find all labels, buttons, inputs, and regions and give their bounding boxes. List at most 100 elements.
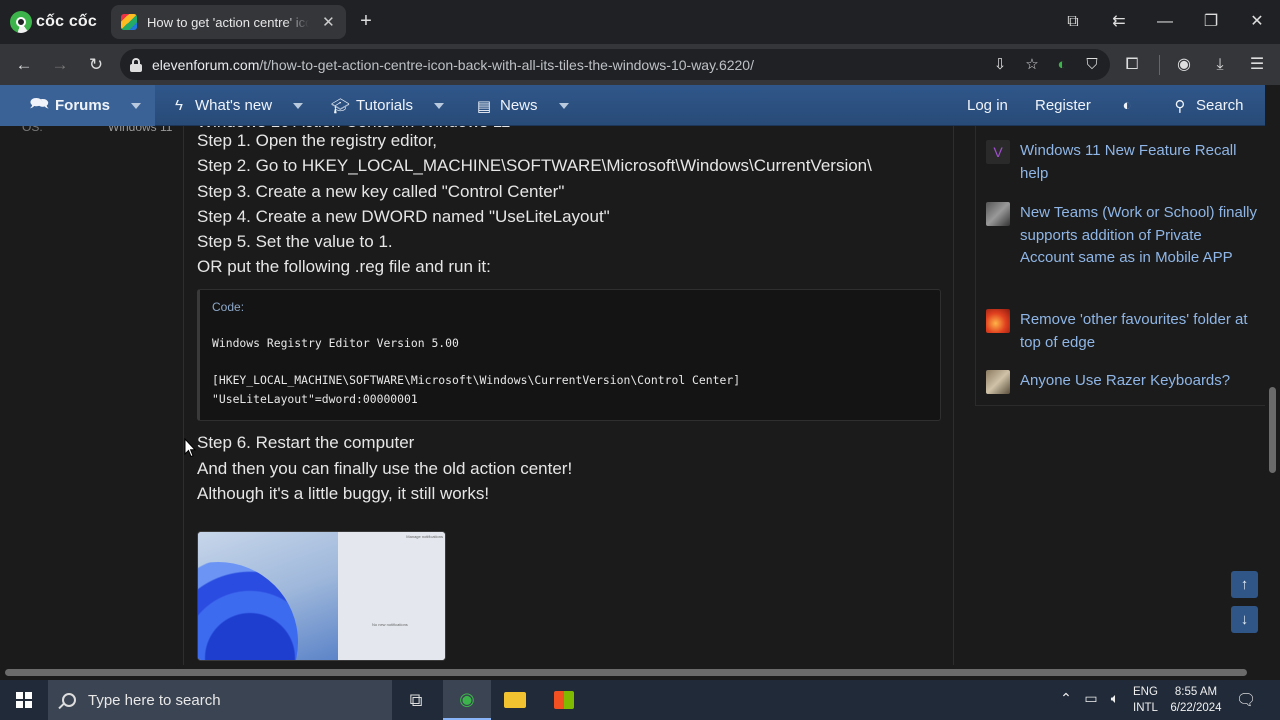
chevron-down-icon[interactable] <box>293 102 304 109</box>
sidebar-toggle-icon[interactable]: ⇇ <box>1107 10 1131 34</box>
network-icon[interactable]: ▭ <box>1082 690 1100 707</box>
avatar <box>986 202 1010 226</box>
post-line: Step 6. Restart the computer <box>197 433 415 453</box>
lang-bottom: INTL <box>1133 702 1158 714</box>
lock-icon[interactable] <box>130 57 142 72</box>
register-link[interactable]: Register <box>1035 85 1091 126</box>
avatar <box>986 370 1010 394</box>
scroll-to-top-button[interactable]: ↑ <box>1231 571 1258 598</box>
input-language[interactable]: ENG INTL <box>1133 684 1158 716</box>
page-content: OS: Windows 11 Windows 10 Action Center … <box>0 126 1265 665</box>
show-hidden-icons-chevron-icon[interactable]: ⌃ <box>1057 690 1075 707</box>
attachment-thumbnail[interactable]: Manage notifications No new notification… <box>197 531 446 662</box>
system-clock[interactable]: 8:55 AM 6/22/2024 <box>1165 684 1227 716</box>
clock-time: 8:55 AM <box>1174 686 1218 698</box>
sidebar-thread[interactable]: New Teams (Work or School) finally suppo… <box>986 202 1258 270</box>
vertical-scrollbar[interactable] <box>1265 85 1280 665</box>
chevron-down-icon[interactable] <box>558 102 569 109</box>
theme-toggle[interactable]: ◐ <box>1118 85 1136 126</box>
close-window-button[interactable]: ✕ <box>1245 10 1269 34</box>
profile-avatar-icon[interactable]: ◉ <box>1172 53 1196 77</box>
sidebar-thread[interactable]: V Windows 11 New Feature Recall help <box>986 140 1258 185</box>
thumb-caption: Manage notifications <box>406 534 443 540</box>
thread-title-link[interactable]: Anyone Use Razer Keyboards? <box>1020 370 1230 394</box>
tab-title: How to get 'action centre' icon <box>147 14 309 30</box>
scrollbar-thumb[interactable] <box>1269 387 1276 473</box>
nav-whats-new[interactable]: ϟ What's new <box>170 85 304 126</box>
code-line: [HKEY_LOCAL_MACHINE\SOFTWARE\Microsoft\W… <box>212 373 741 388</box>
bolt-icon: ϟ <box>175 97 183 114</box>
volume-muted-icon[interactable]: 🔈︎ <box>1106 690 1124 707</box>
start-button[interactable] <box>0 680 48 720</box>
code-title: Code: <box>212 300 245 315</box>
avatar: V <box>986 140 1010 164</box>
register-label: Register <box>1035 97 1091 114</box>
search-link[interactable]: ⚲ Search <box>1171 85 1244 126</box>
nav-forums-label: Forums <box>55 97 111 114</box>
back-arrow-icon[interactable]: ← <box>12 53 36 77</box>
code-block[interactable]: Code: Windows Registry Editor Version 5.… <box>197 289 941 422</box>
search-label: Search <box>1196 97 1244 114</box>
nav-news-label: News <box>500 97 538 114</box>
url-path: /t/how-to-get-action-centre-icon-back-wi… <box>259 56 754 73</box>
bookmark-star-icon[interactable]: ☆ <box>1022 55 1042 75</box>
nav-tutorials-label: Tutorials <box>356 97 413 114</box>
menu-hamburger-icon[interactable]: ☰ <box>1245 53 1269 77</box>
extensions-puzzle-icon[interactable]: ⧠ <box>1120 53 1144 77</box>
microsoft-store-icon[interactable] <box>540 680 588 720</box>
login-link[interactable]: Log in <box>967 85 1008 126</box>
notifications-icon[interactable]: 🗨︎ <box>1236 690 1256 710</box>
restore-button[interactable]: ❐ <box>1199 10 1223 34</box>
graduation-cap-icon: 🎓︎ <box>331 97 351 115</box>
tab-search-icon[interactable]: ⧉ <box>1061 10 1085 34</box>
thread-title-link[interactable]: Remove 'other favourites' folder at top … <box>1020 309 1258 354</box>
shield-icon[interactable]: ⛉ <box>1082 55 1102 75</box>
reload-icon[interactable]: ↻ <box>84 53 108 77</box>
browser-toolbar: ← → ↻ elevenforum.com/t/how-to-get-actio… <box>0 44 1280 85</box>
minimize-button[interactable]: — <box>1153 10 1177 34</box>
new-tab-button[interactable]: + <box>356 10 376 32</box>
nav-forums[interactable]: 🗪 Forums <box>0 85 156 126</box>
tab-favicon-icon <box>121 14 137 30</box>
sidebar: V Windows 11 New Feature Recall help New… <box>953 126 1265 665</box>
site-navigation: 🗪 Forums ϟ What's new 🎓︎ Tutorials ▤ New… <box>0 85 1265 126</box>
brand-name: cốc cốc <box>36 13 97 30</box>
task-view-icon[interactable]: ⧉ <box>392 680 440 720</box>
thread-title-link[interactable]: Windows 11 New Feature Recall help <box>1020 140 1258 185</box>
wallpaper-preview <box>198 532 338 661</box>
file-explorer-icon[interactable] <box>491 680 539 720</box>
post-line: And then you can finally use the old act… <box>197 458 573 478</box>
thread-title-link[interactable]: New Teams (Work or School) finally suppo… <box>1020 202 1258 270</box>
clock-date: 6/22/2024 <box>1170 702 1222 714</box>
scroll-to-bottom-button[interactable]: ↓ <box>1231 606 1258 633</box>
os-value: Windows 11 <box>108 126 173 134</box>
newspaper-icon: ▤ <box>476 97 492 115</box>
windows-logo-icon <box>16 692 32 708</box>
install-app-icon[interactable]: ⇩ <box>990 55 1010 75</box>
close-tab-icon[interactable]: ✕ <box>321 13 336 31</box>
search-icon <box>62 693 76 707</box>
nav-news[interactable]: ▤ News <box>475 85 569 126</box>
downloads-icon[interactable]: ⤓ <box>1208 53 1232 77</box>
chevron-down-icon[interactable] <box>433 102 444 109</box>
taskbar-search-box[interactable]: Type here to search <box>48 680 392 720</box>
sidebar-thread[interactable]: Anyone Use Razer Keyboards? <box>986 370 1258 394</box>
latest-threads-panel: V Windows 11 New Feature Recall help New… <box>975 126 1265 406</box>
dark-mode-icon[interactable]: ◐ <box>1052 55 1072 75</box>
browser-tabstrip: cốc cốc How to get 'action centre' icon … <box>0 0 1280 44</box>
browser-tab-active[interactable]: How to get 'action centre' icon ✕ <box>111 5 346 39</box>
post-body: Windows 10 Action Center in Windows 11 S… <box>197 126 942 662</box>
coccoc-taskbar-icon[interactable]: ◉ <box>443 680 491 720</box>
toolbar-divider <box>1159 55 1160 75</box>
scrollbar-thumb[interactable] <box>5 669 1247 676</box>
windows-taskbar: Type here to search ⧉ ◉ ⌃ ▭ 🔈︎ ENG INTL … <box>0 680 1280 720</box>
nav-tutorials[interactable]: 🎓︎ Tutorials <box>331 85 444 126</box>
os-label: OS: <box>22 126 43 134</box>
horizontal-scrollbar[interactable] <box>0 665 1280 680</box>
address-bar[interactable]: elevenforum.com/t/how-to-get-action-cent… <box>120 49 1110 80</box>
browser-brand[interactable]: cốc cốc <box>10 10 97 34</box>
sidebar-thread[interactable]: Remove 'other favourites' folder at top … <box>986 309 1258 354</box>
forward-arrow-icon[interactable]: → <box>48 53 72 77</box>
chevron-down-icon[interactable] <box>131 102 142 109</box>
code-line: Windows Registry Editor Version 5.00 <box>212 336 459 351</box>
